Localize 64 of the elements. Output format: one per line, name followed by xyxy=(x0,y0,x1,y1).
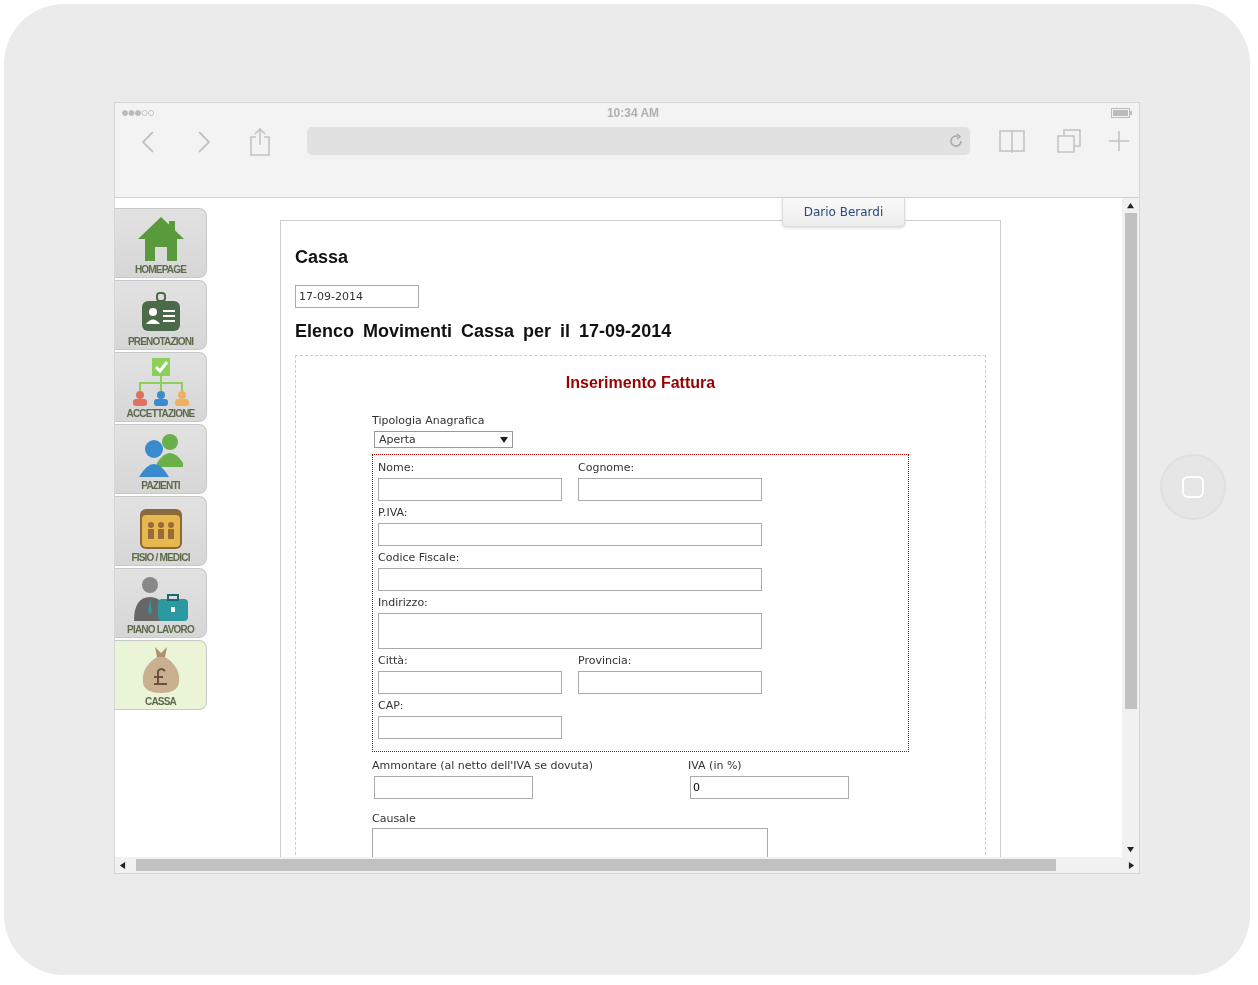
person-briefcase-icon xyxy=(131,575,190,623)
scroll-right-icon[interactable] xyxy=(1128,861,1135,869)
vertical-scrollbar[interactable] xyxy=(1122,198,1139,857)
sidebar-item[interactable]: FISIO / MEDICI xyxy=(115,496,207,566)
field-label: Ammontare (al netto dell'IVA se dovuta) xyxy=(372,759,594,774)
book-icon[interactable] xyxy=(998,128,1026,154)
sidebar-label: ACCETTAZIONE xyxy=(126,408,195,419)
field-label: Causale xyxy=(372,812,417,827)
field-label: Indirizzo: xyxy=(378,596,429,611)
scroll-thumb[interactable] xyxy=(1124,213,1137,709)
people-icon xyxy=(136,431,185,479)
input-field[interactable] xyxy=(378,478,562,501)
page-title: Cassa xyxy=(295,247,350,268)
list-heading: Elenco Movimenti Cassa per il 17-09-2014 xyxy=(295,321,673,342)
field-label: Città: xyxy=(378,654,409,669)
field-label: CAP: xyxy=(378,699,405,714)
type-dropdown[interactable]: Aperta xyxy=(374,431,513,448)
share-icon[interactable] xyxy=(249,127,271,157)
sidebar-label: FISIO / MEDICI xyxy=(131,552,190,563)
scroll-down-icon[interactable] xyxy=(1127,846,1134,853)
battery-icon xyxy=(1111,108,1133,118)
input-field[interactable]: 0 xyxy=(690,776,849,799)
field-label: IVA (in %) xyxy=(688,759,743,774)
back-icon[interactable] xyxy=(141,130,155,154)
sidebar-item[interactable]: HOMEPAGE xyxy=(115,208,207,278)
form-title: Inserimento Fattura xyxy=(564,374,717,392)
reload-icon[interactable] xyxy=(948,133,964,149)
input-field[interactable] xyxy=(378,671,562,694)
scroll-thumb[interactable] xyxy=(136,859,1056,871)
sidebar-item[interactable]: PIANO LAVORO xyxy=(115,568,207,638)
field-label: P.IVA: xyxy=(378,506,409,521)
input-field[interactable] xyxy=(378,568,762,591)
sidebar-item[interactable]: ACCETTAZIONE xyxy=(115,352,207,422)
input-field[interactable] xyxy=(378,716,562,739)
input-field[interactable] xyxy=(578,671,762,694)
input-field[interactable] xyxy=(578,478,762,501)
tabs-icon[interactable] xyxy=(1056,128,1082,154)
horizontal-scrollbar[interactable] xyxy=(115,857,1139,873)
field-label: Cognome: xyxy=(578,461,636,476)
sidebar-label: PRENOTAZIONI xyxy=(127,336,194,347)
sidebar-label: HOMEPAGE xyxy=(134,264,187,275)
dropdown-value: Aperta xyxy=(379,433,416,446)
input-field[interactable] xyxy=(378,613,762,649)
input-field[interactable] xyxy=(374,776,533,799)
sidebar-item[interactable]: PAZIENTI xyxy=(115,424,207,494)
input-field[interactable] xyxy=(378,523,762,546)
date-field[interactable]: 17-09-2014 xyxy=(295,285,419,308)
field-label: Codice Fiscale: xyxy=(378,551,461,566)
user-tab[interactable]: Dario Berardi xyxy=(782,198,905,227)
status-time: 10:34 AM xyxy=(606,106,660,120)
sidebar-item[interactable]: PRENOTAZIONI xyxy=(115,280,207,350)
field-label: Provincia: xyxy=(578,654,633,669)
field-label: Tipologia Anagrafica xyxy=(372,414,486,429)
signal-dots-icon xyxy=(121,109,155,117)
field-label: Nome: xyxy=(378,461,416,476)
scroll-left-icon[interactable] xyxy=(119,861,126,869)
sidebar-label: PIANO LAVORO xyxy=(127,624,194,635)
sidebar-label: PAZIENTI xyxy=(141,480,180,491)
scroll-up-icon[interactable] xyxy=(1127,202,1134,209)
sidebar-label: CASSA xyxy=(145,696,176,707)
caret-icon xyxy=(500,435,508,444)
sidebar-item[interactable]: CASSA xyxy=(115,640,207,710)
forward-icon[interactable] xyxy=(197,130,211,154)
plus-icon[interactable] xyxy=(1108,130,1130,152)
